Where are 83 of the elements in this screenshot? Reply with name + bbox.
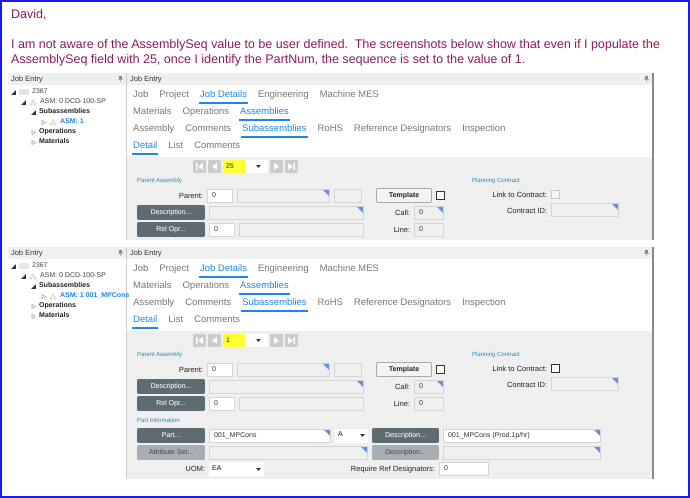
checkbox[interactable] bbox=[436, 191, 445, 200]
greeting-text: David, bbox=[11, 7, 48, 22]
tab[interactable]: List bbox=[167, 139, 184, 155]
caret-icon bbox=[256, 468, 261, 470]
input-field[interactable] bbox=[334, 362, 362, 376]
collapsed-triangle-icon[interactable] bbox=[31, 140, 36, 144]
caret-icon bbox=[360, 434, 365, 437]
collapsed-triangle-icon[interactable] bbox=[41, 120, 46, 124]
collapsed-triangle-icon[interactable] bbox=[41, 294, 46, 298]
tab[interactable]: Inspection bbox=[461, 122, 506, 138]
tab[interactable]: Job Details bbox=[198, 262, 248, 278]
input-field[interactable] bbox=[551, 203, 619, 218]
tab[interactable]: Reference Designators bbox=[352, 122, 452, 138]
checkbox[interactable] bbox=[551, 364, 560, 374]
tab[interactable]: Comments bbox=[184, 122, 232, 138]
input-field[interactable] bbox=[209, 380, 364, 394]
tab[interactable]: RoHS bbox=[316, 122, 344, 138]
input-field[interactable] bbox=[239, 222, 364, 236]
assembly-icon bbox=[49, 118, 57, 126]
caret-icon bbox=[256, 339, 261, 342]
tab[interactable]: Subassemblies bbox=[241, 296, 308, 312]
assembly-icon bbox=[29, 98, 37, 106]
tab[interactable]: List bbox=[167, 313, 184, 329]
tab[interactable]: Comments bbox=[193, 139, 242, 155]
tab[interactable]: Detail bbox=[132, 139, 158, 155]
previous-icon[interactable] bbox=[208, 160, 221, 173]
message-text: I am not aware of the AssemblySeq value to be user defined. The screenshots below show that even if I populate the AssemblySeq field with 25, once I identify the PartNum, the sequence is set to the value of 1. bbox=[11, 37, 661, 67]
input-field[interactable] bbox=[209, 446, 368, 460]
tab[interactable]: Project bbox=[158, 88, 190, 104]
next-icon[interactable] bbox=[270, 160, 283, 173]
tab[interactable]: Materials bbox=[132, 279, 173, 295]
previous-icon[interactable] bbox=[208, 334, 221, 347]
pin-icon[interactable] bbox=[118, 250, 123, 256]
checkbox[interactable] bbox=[436, 365, 445, 374]
pin-icon[interactable] bbox=[644, 250, 649, 256]
pin-icon[interactable] bbox=[644, 76, 649, 82]
tab[interactable]: Comments bbox=[193, 313, 242, 329]
expanded-triangle-icon[interactable] bbox=[21, 274, 26, 278]
tab[interactable]: Detail bbox=[132, 313, 158, 329]
input-field[interactable] bbox=[237, 188, 330, 202]
input-field[interactable] bbox=[551, 377, 619, 392]
caret-icon bbox=[256, 165, 261, 168]
first-record-icon[interactable] bbox=[193, 160, 206, 173]
input-field[interactable] bbox=[443, 446, 601, 460]
expanded-triangle-icon[interactable] bbox=[21, 100, 26, 104]
next-icon[interactable] bbox=[270, 334, 283, 347]
expanded-triangle-icon[interactable] bbox=[11, 90, 16, 94]
input-field[interactable] bbox=[209, 206, 364, 220]
assembly-icon bbox=[29, 272, 37, 280]
last-record-icon[interactable] bbox=[285, 160, 298, 173]
tab[interactable]: Operations bbox=[182, 279, 230, 295]
input-field[interactable] bbox=[334, 188, 362, 202]
tab[interactable]: Job Details bbox=[198, 88, 248, 104]
tab[interactable]: Engineering bbox=[256, 88, 310, 104]
tab[interactable]: Comments bbox=[184, 296, 232, 312]
tab[interactable]: Job bbox=[132, 262, 150, 278]
expanded-triangle-icon[interactable] bbox=[31, 110, 36, 114]
tab[interactable]: Subassemblies bbox=[241, 122, 308, 138]
collapsed-triangle-icon[interactable] bbox=[31, 304, 36, 308]
expanded-triangle-icon[interactable] bbox=[11, 264, 16, 268]
pin-icon[interactable] bbox=[118, 76, 123, 82]
input-field[interactable] bbox=[239, 396, 364, 410]
expanded-triangle-icon[interactable] bbox=[31, 284, 36, 288]
tab[interactable]: Inspection bbox=[461, 296, 506, 312]
tab[interactable]: Assemblies bbox=[239, 105, 290, 121]
first-record-icon[interactable] bbox=[193, 334, 206, 347]
tab[interactable]: Assemblies bbox=[239, 279, 290, 295]
tab[interactable]: Engineering bbox=[256, 262, 310, 278]
tab[interactable]: RoHS bbox=[316, 296, 344, 312]
tab[interactable]: Operations bbox=[182, 105, 230, 121]
tab[interactable]: Job bbox=[132, 88, 150, 104]
tab[interactable]: Project bbox=[158, 262, 190, 278]
tab[interactable]: Machine MES bbox=[318, 88, 380, 104]
tab[interactable]: Materials bbox=[132, 105, 173, 121]
tab[interactable]: Reference Designators bbox=[352, 296, 452, 312]
collapsed-triangle-icon[interactable] bbox=[31, 130, 36, 134]
collapsed-triangle-icon[interactable] bbox=[31, 314, 36, 318]
assembly-icon bbox=[49, 292, 57, 300]
tab[interactable]: Assembly bbox=[132, 122, 176, 138]
tab[interactable]: Machine MES bbox=[318, 262, 380, 278]
tab[interactable]: Assembly bbox=[132, 296, 176, 312]
last-record-icon[interactable] bbox=[285, 334, 298, 347]
input-field[interactable] bbox=[237, 362, 330, 376]
